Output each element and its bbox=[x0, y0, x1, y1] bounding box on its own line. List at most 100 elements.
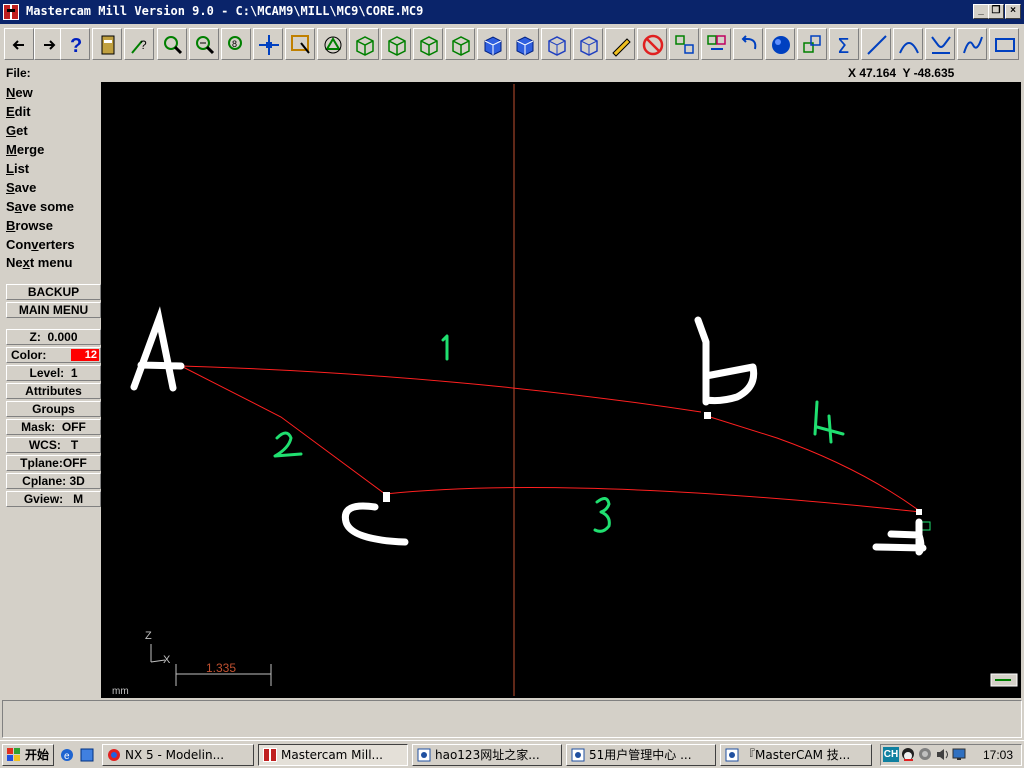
undo-button[interactable] bbox=[733, 28, 763, 60]
zoom-icon bbox=[164, 36, 183, 55]
file-button[interactable] bbox=[92, 28, 122, 60]
transform-2-button[interactable] bbox=[701, 28, 731, 60]
spline-button[interactable] bbox=[957, 28, 987, 60]
menu-item-next-menu[interactable]: Next menu bbox=[6, 255, 72, 270]
sum-icon: Σ bbox=[837, 34, 850, 57]
z-depth-button[interactable]: Z: 0.000 bbox=[6, 329, 101, 345]
unzoom-button[interactable] bbox=[189, 28, 219, 60]
start-label: 开始 bbox=[25, 748, 50, 762]
svg-text:Σ: Σ bbox=[837, 34, 850, 57]
analyze-button[interactable]: ? bbox=[124, 28, 154, 60]
cube-blue-2-button[interactable] bbox=[509, 28, 539, 60]
task-hao123[interactable]: hao123网址之家... bbox=[412, 744, 562, 766]
cube-blue-4-icon bbox=[580, 36, 598, 56]
cube-blue-3-icon bbox=[548, 36, 566, 56]
windows-logo-icon bbox=[7, 748, 20, 761]
transform-button[interactable] bbox=[669, 28, 699, 60]
pan-button[interactable] bbox=[253, 28, 283, 60]
task-mastercam[interactable]: Mastercam Mill... bbox=[258, 744, 408, 766]
analyze-icon: ? bbox=[131, 38, 147, 54]
nx-icon bbox=[108, 749, 120, 761]
backup-button[interactable]: BACKUP bbox=[6, 284, 101, 300]
desktop-icon[interactable] bbox=[80, 748, 94, 762]
attributes-button[interactable]: Attributes bbox=[6, 383, 101, 399]
groups-button[interactable]: Groups bbox=[6, 401, 101, 417]
zoom-window-button[interactable]: 8 bbox=[221, 28, 251, 60]
sphere-button[interactable] bbox=[765, 28, 795, 60]
view-top-button[interactable] bbox=[349, 28, 379, 60]
menu-item-get[interactable]: Get bbox=[6, 123, 28, 138]
gview-button[interactable]: Gview: M bbox=[6, 491, 101, 507]
sum-button[interactable]: Σ bbox=[829, 28, 859, 60]
mastercam-app-icon[interactable] bbox=[3, 4, 19, 20]
task-51user[interactable]: 51用户管理中心 ... bbox=[566, 744, 716, 766]
title-bar: Mastercam Mill Version 9.0 - C:\MCAM9\MI… bbox=[0, 0, 1024, 24]
view-iso-button[interactable] bbox=[445, 28, 475, 60]
color-label: Color: bbox=[11, 348, 47, 362]
wcs-button[interactable]: WCS: T bbox=[6, 437, 101, 453]
mask-button[interactable]: Mask: OFF bbox=[6, 419, 101, 435]
browser-icon bbox=[417, 748, 431, 762]
menu-item-merge[interactable]: Merge bbox=[6, 142, 44, 157]
task-mastercam-forum[interactable]: 『MasterCAM 技... bbox=[720, 744, 872, 766]
menu-item-new[interactable]: New bbox=[6, 85, 33, 100]
rectangle-button[interactable] bbox=[989, 28, 1019, 60]
menu-item-save-some[interactable]: Save some bbox=[6, 199, 74, 214]
label-c bbox=[341, 492, 409, 546]
cube-blue-3-button[interactable] bbox=[541, 28, 571, 60]
sphere-icon bbox=[772, 36, 790, 54]
select-button[interactable] bbox=[285, 28, 315, 60]
cube-blue-4-button[interactable] bbox=[573, 28, 603, 60]
cursor-coordinates: X 47.164 Y -48.635 bbox=[848, 66, 955, 80]
graphics-viewport[interactable]: Z X mm 1.335 bbox=[101, 82, 1021, 698]
cplane-button[interactable]: Cplane: 3D bbox=[6, 473, 101, 489]
task-nx5[interactable]: NX 5 - Modelin... bbox=[102, 744, 254, 766]
ie-icon[interactable]: e bbox=[60, 748, 74, 762]
curve-1[interactable] bbox=[180, 365, 702, 413]
help-button[interactable]: ? bbox=[60, 28, 90, 60]
group-button[interactable] bbox=[797, 28, 827, 60]
tplane-button[interactable]: Tplane:OFF bbox=[6, 455, 101, 471]
cube-blue-button[interactable] bbox=[477, 28, 507, 60]
qq-icon[interactable] bbox=[901, 747, 916, 762]
start-button[interactable]: 开始 bbox=[2, 744, 54, 766]
display-icon[interactable] bbox=[952, 747, 967, 762]
file-icon bbox=[101, 35, 115, 55]
label-2 bbox=[273, 431, 303, 458]
unzoom-icon bbox=[196, 36, 215, 55]
menu-item-edit[interactable]: Edit bbox=[6, 104, 31, 119]
pencil-button[interactable] bbox=[605, 28, 635, 60]
main-menu-button[interactable]: MAIN MENU bbox=[6, 302, 101, 318]
menu-item-save[interactable]: Save bbox=[6, 180, 36, 195]
back-arrow-button[interactable] bbox=[4, 28, 34, 60]
no-button[interactable] bbox=[637, 28, 667, 60]
pan-icon bbox=[259, 35, 279, 55]
arc-button[interactable] bbox=[893, 28, 923, 60]
line-button[interactable] bbox=[861, 28, 891, 60]
volume-icon[interactable] bbox=[935, 747, 950, 762]
curve-3[interactable] bbox=[384, 487, 922, 513]
menu-item-converters[interactable]: Converters bbox=[6, 237, 75, 252]
ime-indicator[interactable]: CH bbox=[883, 747, 899, 762]
color-value: 12 bbox=[71, 349, 99, 361]
menu-item-browse[interactable]: Browse bbox=[6, 218, 53, 233]
view-side-icon bbox=[420, 36, 438, 56]
transform-icon bbox=[675, 35, 694, 54]
toolbar: ?? 8 Σ bbox=[0, 24, 1024, 65]
menu-item-list[interactable]: List bbox=[6, 161, 29, 176]
minimize-button[interactable]: _ bbox=[973, 4, 989, 19]
view-side-button[interactable] bbox=[413, 28, 443, 60]
view-front-button[interactable] bbox=[381, 28, 411, 60]
fillet-button[interactable] bbox=[925, 28, 955, 60]
level-button[interactable]: Level: 1 bbox=[6, 365, 101, 381]
network-icon[interactable] bbox=[918, 747, 933, 762]
restore-button[interactable]: ❐ bbox=[988, 4, 1004, 19]
close-button[interactable]: × bbox=[1005, 4, 1021, 19]
rotate-button[interactable] bbox=[317, 28, 347, 60]
clock[interactable]: 17:03 bbox=[983, 748, 1013, 762]
zoom-button[interactable] bbox=[157, 28, 187, 60]
color-button[interactable]: Color: 12 bbox=[6, 347, 101, 363]
back-arrow-icon bbox=[12, 40, 24, 50]
label-3 bbox=[593, 497, 611, 533]
curve-2[interactable] bbox=[180, 365, 386, 495]
